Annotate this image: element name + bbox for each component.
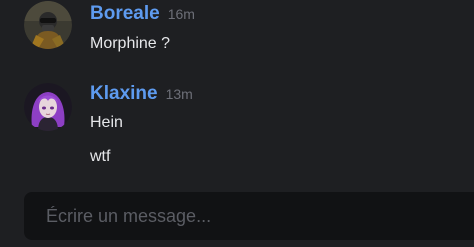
username[interactable]: Boreale: [90, 3, 160, 25]
message-text: Morphine ?: [90, 35, 171, 52]
message-text: Hein: [90, 114, 123, 131]
message-composer: [24, 192, 474, 240]
username[interactable]: Klaxine: [90, 83, 158, 105]
timestamp: 13m: [165, 86, 193, 102]
avatar-boreale[interactable]: [24, 1, 72, 49]
message-text: wtf: [90, 148, 111, 165]
message-group-boreale: Boreale 16m Morphine ?: [0, 0, 474, 80]
message-group-klaxine: Klaxine 13m Hein wtf: [0, 80, 474, 180]
message-input[interactable]: [24, 192, 474, 240]
masked-soldier-avatar-icon: [24, 1, 72, 49]
chat-panel: Boreale 16m Morphine ? Klaxine 13m Hein …: [0, 0, 474, 247]
message-header: Klaxine 13m: [90, 83, 193, 105]
message-header: Boreale 16m: [90, 3, 195, 25]
timestamp: 16m: [167, 6, 195, 22]
purple-hair-anime-avatar-icon: [24, 83, 72, 131]
avatar-klaxine[interactable]: [24, 83, 72, 131]
